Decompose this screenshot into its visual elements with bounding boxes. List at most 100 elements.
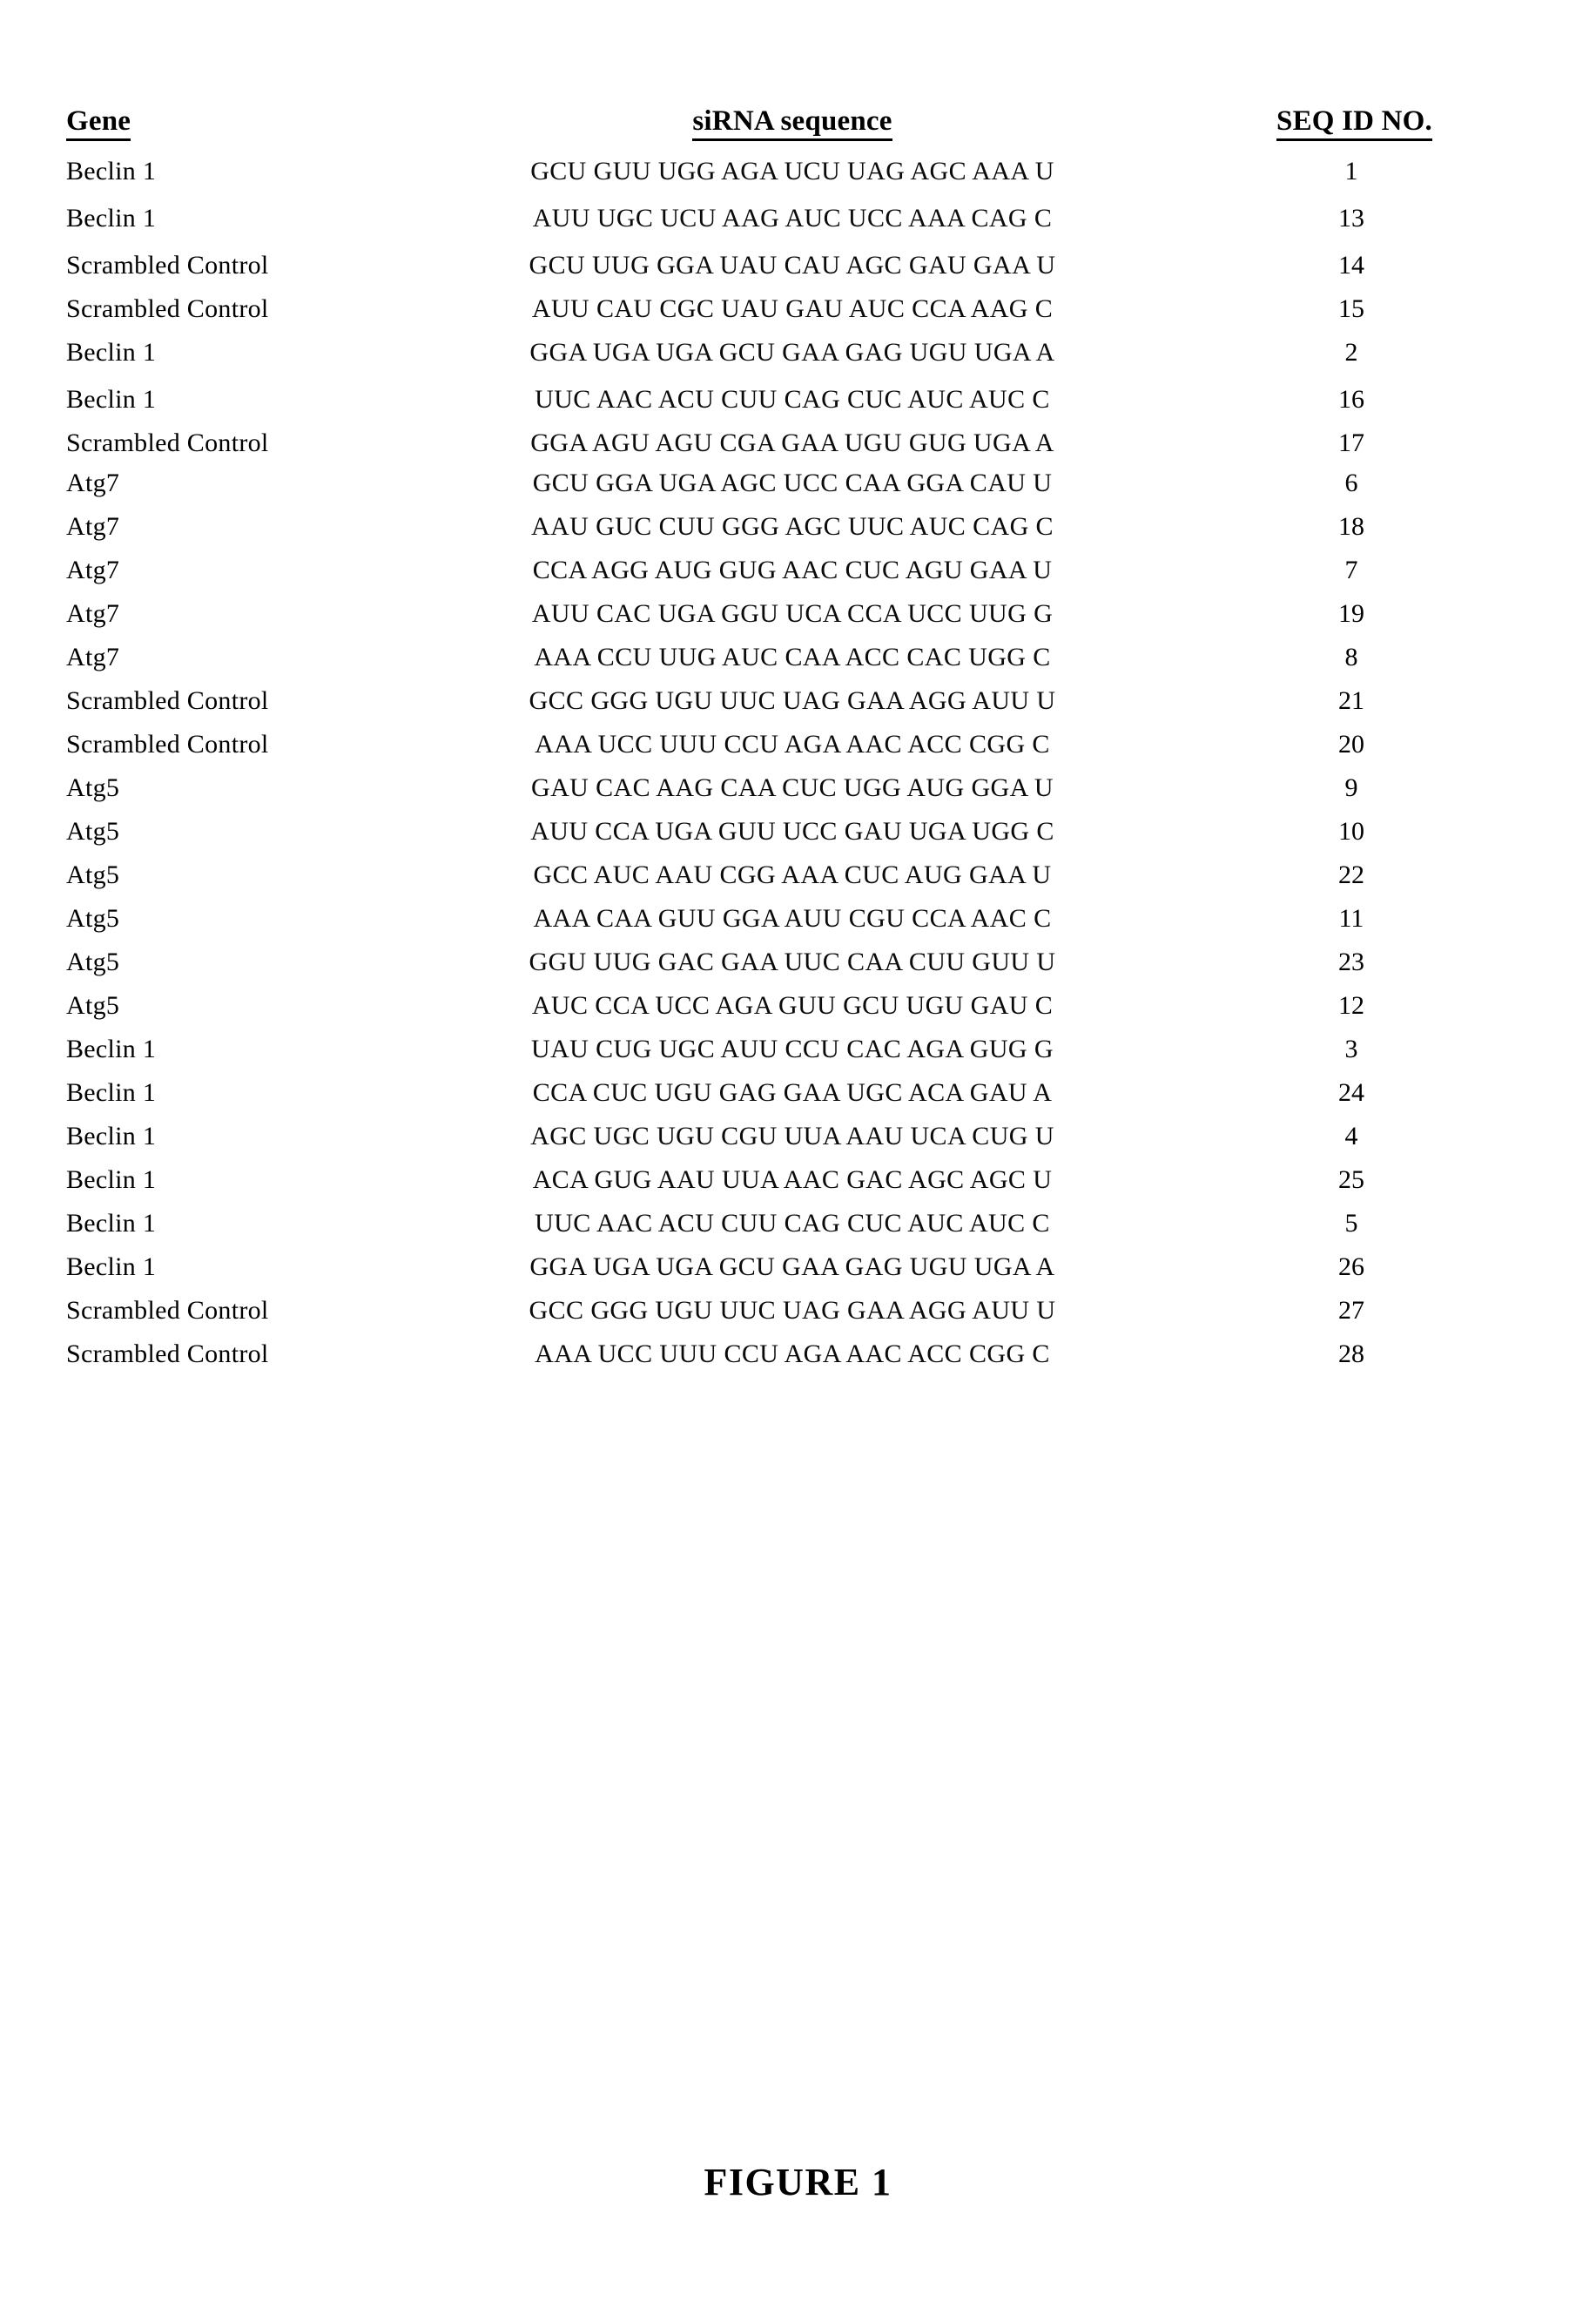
- table-row: Atg5 GGU UUG GAC GAA UUC CAA CUU GUU U 23: [61, 941, 1532, 984]
- cell-seq-id-no: 21: [1338, 686, 1364, 715]
- cell-seq-id-no: 25: [1338, 1165, 1364, 1194]
- table-header-row: Gene siRNA sequence SEQ ID NO.: [61, 105, 1532, 150]
- cell-gene: Beclin 1: [66, 1165, 157, 1194]
- cell-seq-id-no: 10: [1338, 817, 1364, 846]
- table-row: Beclin 1 GGA UGA UGA GCU GAA GAG UGU UGA …: [61, 1245, 1532, 1289]
- cell-sirna-sequence: GCU GGA UGA AGC UCC CAA GGA CAU U: [532, 469, 1053, 497]
- cell-sirna-sequence: AUU CAC UGA GGU UCA CCA UCC UUG G: [531, 599, 1054, 628]
- cell-seq-id-no: 3: [1344, 1035, 1358, 1063]
- cell-seq-id-no: 9: [1344, 773, 1358, 802]
- cell-gene: Atg7: [66, 599, 120, 628]
- table-row: Scrambled Control AAA UCC UUU CCU AGA AAC…: [61, 1333, 1532, 1376]
- cell-sirna-sequence: AGC UGC UGU CGU UUA AAU UCA CUG U: [530, 1122, 1054, 1150]
- cell-seq-id-no: 22: [1338, 860, 1364, 889]
- table-row: Beclin 1 ACA GUG AAU UUA AAC GAC AGC AGC …: [61, 1158, 1532, 1202]
- cell-sirna-sequence: AUU CAU CGC UAU GAU AUC CCA AAG C: [531, 294, 1054, 323]
- table-row: Atg7 AAU GUC CUU GGG AGC UUC AUC CAG C 18: [61, 505, 1532, 549]
- cell-sirna-sequence: AAA CAA GUU GGA AUU CGU CCA AAC C: [533, 904, 1052, 933]
- cell-gene: Scrambled Control: [66, 1339, 269, 1368]
- cell-gene: Atg7: [66, 643, 120, 671]
- table-row: Beclin 1 CCA CUC UGU GAG GAA UGC ACA GAU …: [61, 1071, 1532, 1115]
- cell-gene: Atg5: [66, 817, 120, 846]
- table-row: Scrambled Control GCC GGG UGU UUC UAG GAA…: [61, 679, 1532, 723]
- table-row: Beclin 1 UUC AAC ACU CUU CAG CUC AUC AUC …: [61, 374, 1532, 425]
- cell-seq-id-no: 17: [1338, 428, 1364, 457]
- cell-gene: Scrambled Control: [66, 251, 269, 280]
- column-header-gene-label: Gene: [66, 105, 131, 141]
- table-row: Scrambled Control GGA AGU AGU CGA GAA UGU…: [61, 425, 1532, 462]
- table-row: Beclin 1 UAU CUG UGC AUU CCU CAC AGA GUG …: [61, 1028, 1532, 1071]
- table-row: Atg5 AAA CAA GUU GGA AUU CGU CCA AAC C 11: [61, 897, 1532, 941]
- cell-seq-id-no: 4: [1344, 1122, 1358, 1150]
- cell-gene: Beclin 1: [66, 1252, 157, 1281]
- cell-seq-id-no: 14: [1338, 251, 1364, 280]
- cell-gene: Beclin 1: [66, 1078, 157, 1107]
- cell-seq-id-no: 27: [1338, 1296, 1364, 1325]
- cell-sirna-sequence: AAA CCU UUG AUC CAA ACC CAC UGG C: [534, 643, 1051, 671]
- cell-seq-id-no: 15: [1338, 294, 1364, 323]
- column-header-seq-id-no: SEQ ID NO.: [1184, 105, 1532, 150]
- table-row: Scrambled Control GCU UUG GGA UAU CAU AGC…: [61, 244, 1532, 287]
- cell-gene: Scrambled Control: [66, 686, 269, 715]
- patent-figure-page: Gene siRNA sequence SEQ ID NO. Beclin 1 G…: [0, 0, 1596, 2321]
- cell-seq-id-no: 2: [1344, 338, 1358, 367]
- cell-sirna-sequence: ACA GUG AAU UUA AAC GAC AGC AGC U: [532, 1165, 1053, 1194]
- cell-gene: Atg5: [66, 991, 120, 1020]
- table-row: Scrambled Control AAA UCC UUU CCU AGA AAC…: [61, 723, 1532, 766]
- cell-gene: Beclin 1: [66, 338, 157, 367]
- cell-sirna-sequence: CCA AGG AUG GUG AAC CUC AGU GAA U: [532, 556, 1053, 584]
- cell-seq-id-no: 23: [1338, 948, 1364, 976]
- cell-sirna-sequence: AAA UCC UUU CCU AGA AAC ACC CGG C: [535, 1339, 1050, 1368]
- cell-sirna-sequence: GCU GUU UGG AGA UCU UAG AGC AAA U: [530, 157, 1054, 186]
- table-row: Beclin 1 AGC UGC UGU CGU UUA AAU UCA CUG …: [61, 1115, 1532, 1158]
- cell-gene: Atg5: [66, 773, 120, 802]
- cell-seq-id-no: 8: [1344, 643, 1358, 671]
- cell-sirna-sequence: GAU CAC AAG CAA CUC UGG AUG GGA U: [531, 773, 1054, 802]
- table-row: Atg5 AUU CCA UGA GUU UCC GAU UGA UGG C 10: [61, 810, 1532, 854]
- cell-seq-id-no: 19: [1338, 599, 1364, 628]
- table-row: Beclin 1 GCU GUU UGG AGA UCU UAG AGC AAA …: [61, 150, 1532, 193]
- table-body: Beclin 1 GCU GUU UGG AGA UCU UAG AGC AAA …: [61, 150, 1532, 1376]
- cell-seq-id-no: 18: [1338, 512, 1364, 541]
- cell-seq-id-no: 20: [1338, 730, 1364, 759]
- cell-sirna-sequence: AAA UCC UUU CCU AGA AAC ACC CGG C: [535, 730, 1050, 759]
- cell-gene: Atg7: [66, 556, 120, 584]
- table-row: Atg5 AUC CCA UCC AGA GUU GCU UGU GAU C 12: [61, 984, 1532, 1028]
- cell-sirna-sequence: CCA CUC UGU GAG GAA UGC ACA GAU A: [532, 1078, 1053, 1107]
- column-header-sirna-sequence-label: siRNA sequence: [692, 105, 892, 141]
- cell-gene: Beclin 1: [66, 385, 157, 414]
- cell-seq-id-no: 12: [1338, 991, 1364, 1020]
- cell-seq-id-no: 26: [1338, 1252, 1364, 1281]
- cell-seq-id-no: 13: [1338, 204, 1364, 233]
- cell-gene: Scrambled Control: [66, 428, 269, 457]
- table-header: Gene siRNA sequence SEQ ID NO.: [61, 105, 1532, 150]
- table-row: Scrambled Control AUU CAU CGC UAU GAU AUC…: [61, 287, 1532, 331]
- column-header-gene: Gene: [61, 105, 401, 150]
- cell-sirna-sequence: GGA AGU AGU CGA GAA UGU GUG UGA A: [530, 428, 1054, 457]
- cell-gene: Atg7: [66, 512, 120, 541]
- cell-seq-id-no: 11: [1338, 904, 1364, 933]
- cell-sirna-sequence: GGA UGA UGA GCU GAA GAG UGU UGA A: [529, 1252, 1055, 1281]
- figure-caption: FIGURE 1: [704, 2161, 892, 2203]
- cell-seq-id-no: 7: [1344, 556, 1358, 584]
- table-row: Atg7 GCU GGA UGA AGC UCC CAA GGA CAU U 6: [61, 462, 1532, 505]
- cell-seq-id-no: 28: [1338, 1339, 1364, 1368]
- table-row: Beclin 1 AUU UGC UCU AAG AUC UCC AAA CAG …: [61, 193, 1532, 244]
- column-header-sirna-sequence: siRNA sequence: [401, 105, 1184, 150]
- cell-gene: Scrambled Control: [66, 1296, 269, 1325]
- table-row: Atg5 GAU CAC AAG CAA CUC UGG AUG GGA U 9: [61, 766, 1532, 810]
- table-row: Scrambled Control GCC GGG UGU UUC UAG GAA…: [61, 1289, 1532, 1333]
- sirna-sequence-table-container: Gene siRNA sequence SEQ ID NO. Beclin 1 G…: [61, 105, 1532, 1376]
- cell-gene: Atg5: [66, 948, 120, 976]
- cell-sirna-sequence: AUU CCA UGA GUU UCC GAU UGA UGG C: [530, 817, 1054, 846]
- table-row: Atg7 AAA CCU UUG AUC CAA ACC CAC UGG C 8: [61, 636, 1532, 679]
- cell-gene: Atg7: [66, 469, 120, 497]
- cell-sirna-sequence: AUC CCA UCC AGA GUU GCU UGU GAU C: [531, 991, 1054, 1020]
- sirna-sequence-table: Gene siRNA sequence SEQ ID NO. Beclin 1 G…: [61, 105, 1532, 1376]
- column-header-seq-id-no-label: SEQ ID NO.: [1276, 105, 1432, 141]
- cell-sirna-sequence: AAU GUC CUU GGG AGC UUC AUC CAG C: [531, 512, 1054, 541]
- cell-sirna-sequence: UUC AAC ACU CUU CAG CUC AUC AUC C: [535, 385, 1050, 414]
- cell-gene: Beclin 1: [66, 204, 157, 233]
- cell-sirna-sequence: GCU UUG GGA UAU CAU AGC GAU GAA U: [529, 251, 1056, 280]
- cell-sirna-sequence: UUC AAC ACU CUU CAG CUC AUC AUC C: [535, 1209, 1050, 1238]
